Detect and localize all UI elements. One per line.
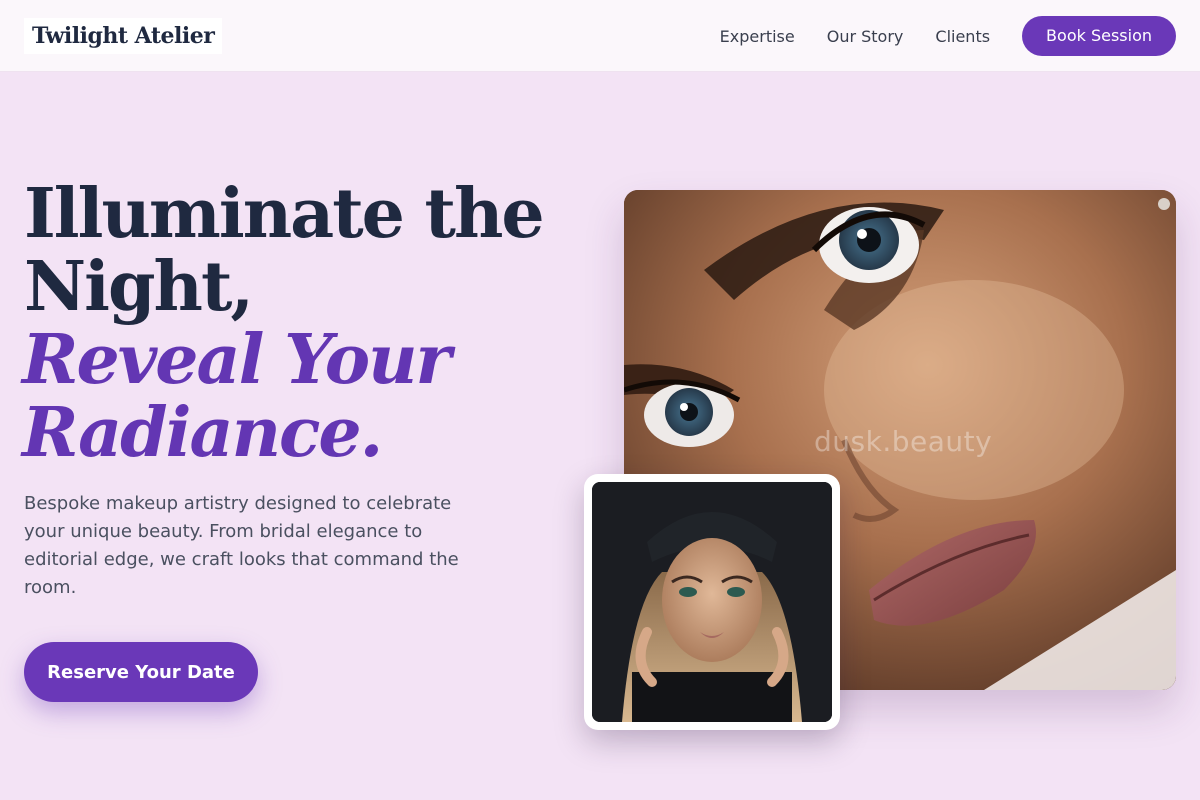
brand-logo[interactable]: Twilight Atelier — [24, 18, 223, 54]
reserve-date-button[interactable]: Reserve Your Date — [24, 642, 258, 702]
book-session-button[interactable]: Book Session — [1022, 16, 1176, 56]
hero-headline: Illuminate the Night, — [24, 178, 584, 324]
hero-description: Bespoke makeup artistry designed to cele… — [24, 493, 459, 598]
nav-link-clients[interactable]: Clients — [935, 27, 990, 46]
accent-line-1: Reveal Your — [22, 320, 451, 400]
main-image-watermark: dusk.beauty — [814, 425, 993, 458]
accent-line-2: Radiance. — [22, 393, 383, 473]
headline-line-1: Illuminate the — [24, 174, 545, 254]
site-header: Twilight Atelier Expertise Our Story Cli… — [0, 0, 1200, 72]
hero-accent-headline: Reveal Your Radiance. — [22, 324, 582, 470]
headline-line-2: Night, — [24, 247, 254, 327]
nav-link-expertise[interactable]: Expertise — [720, 27, 795, 46]
main-nav: Expertise Our Story Clients Book Session — [720, 0, 1176, 72]
hero-secondary-image-frame — [584, 474, 840, 730]
portrait-illustration — [592, 482, 832, 722]
hero-secondary-image — [592, 482, 832, 722]
nav-link-our-story[interactable]: Our Story — [827, 27, 904, 46]
